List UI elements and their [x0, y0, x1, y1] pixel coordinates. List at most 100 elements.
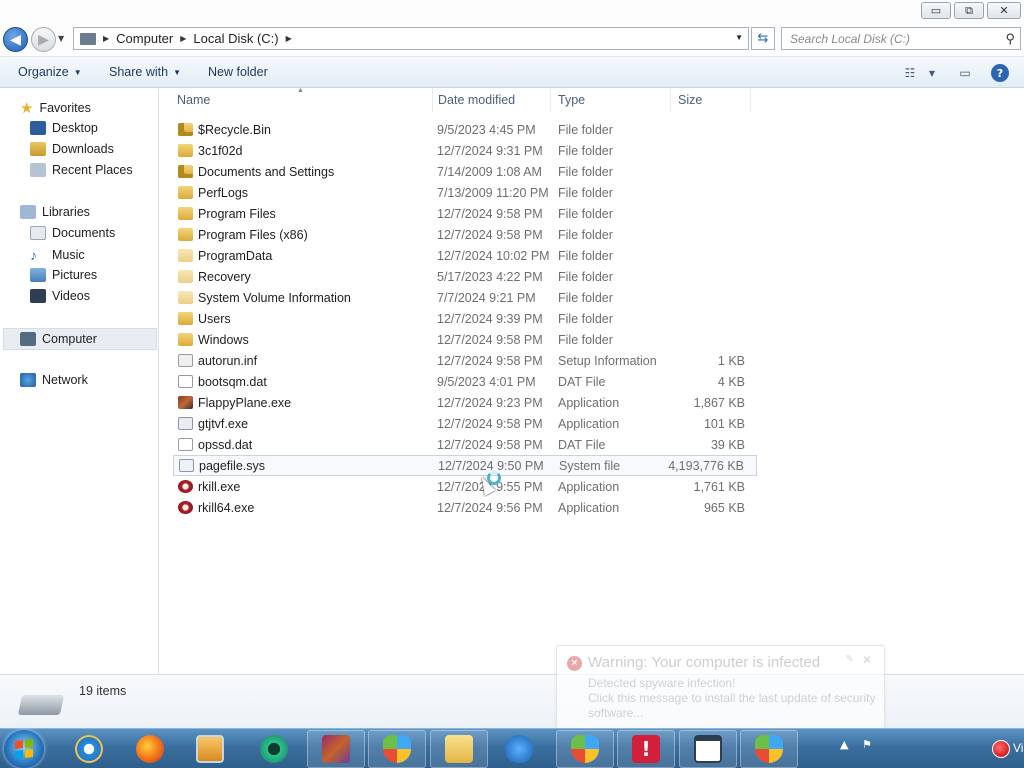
- forward-button[interactable]: ▶: [31, 27, 56, 52]
- back-button[interactable]: ◀: [3, 27, 28, 52]
- close-icon[interactable]: ✕: [862, 653, 872, 667]
- computer-icon: [20, 332, 36, 346]
- nav-pictures[interactable]: Pictures: [30, 268, 97, 282]
- chevron-right-icon[interactable]: ▶: [286, 34, 292, 43]
- file-size: 4,193,776 KB: [668, 458, 744, 473]
- file-sys-icon: [179, 459, 194, 472]
- app-green-icon: [260, 735, 288, 763]
- file-row[interactable]: Recovery 5/17/2023 4:22 PM File folder: [173, 266, 757, 287]
- file-size: 965 KB: [703, 500, 745, 515]
- breadcrumb-computer[interactable]: Computer: [116, 31, 173, 46]
- column-header-name[interactable]: Name ▲: [160, 87, 433, 112]
- file-row[interactable]: $Recycle.Bin 9/5/2023 4:45 PM File folder: [173, 119, 757, 140]
- breadcrumb-local-disk[interactable]: Local Disk (C:): [193, 31, 278, 46]
- nav-label: Music: [52, 248, 85, 262]
- column-header-date[interactable]: Date modified: [431, 88, 551, 112]
- view-dropdown-icon[interactable]: ▼: [921, 63, 943, 83]
- taskbar-internet-explorer[interactable]: [60, 730, 118, 768]
- internet-explorer-icon: [75, 735, 103, 763]
- nav-desktop[interactable]: Desktop: [30, 121, 98, 135]
- column-header-size[interactable]: Size: [671, 88, 751, 112]
- file-name: FlappyPlane.exe: [198, 395, 292, 410]
- show-hidden-icons-icon[interactable]: ▲: [840, 738, 848, 751]
- new-folder-button[interactable]: New folder: [208, 65, 268, 79]
- taskbar-alert-app[interactable]: !: [617, 730, 675, 768]
- action-center-icon[interactable]: ⚑: [862, 738, 872, 751]
- file-row[interactable]: Windows 12/7/2024 9:58 PM File folder: [173, 329, 757, 350]
- column-header-type[interactable]: Type: [551, 88, 671, 112]
- file-row[interactable]: System Volume Information 7/7/2024 9:21 P…: [173, 287, 757, 308]
- chevron-right-icon[interactable]: ▶: [180, 34, 186, 43]
- folder-locked-icon: [178, 123, 193, 136]
- search-icon[interactable]: ⚲: [1005, 31, 1015, 47]
- documents-icon: [30, 226, 46, 240]
- address-row: ◀ ▶ ▼ ▶ Computer ▶ Local Disk (C:) ▶ ▼ ⇆…: [0, 22, 1024, 56]
- file-name: 3c1f02d: [198, 143, 243, 158]
- search-input[interactable]: Search Local Disk (C:) ⚲: [781, 27, 1021, 50]
- taskbar-explorer[interactable]: [430, 730, 488, 768]
- taskbar-window-app[interactable]: [679, 730, 737, 768]
- file-row[interactable]: rkill64.exe 12/7/2024 9:56 PM Application 9…: [173, 497, 757, 518]
- nav-recent-places[interactable]: Recent Places: [30, 163, 133, 177]
- nav-libraries[interactable]: Libraries: [20, 205, 90, 219]
- file-row[interactable]: autorun.inf 12/7/2024 9:58 PM Setup Inform…: [173, 350, 757, 371]
- file-type: File folder: [558, 122, 613, 137]
- taskbar-windows-security[interactable]: [368, 730, 426, 768]
- nav-label: Documents: [52, 226, 116, 240]
- address-dropdown-icon[interactable]: ▼: [735, 33, 743, 42]
- file-row[interactable]: Program Files (x86) 12/7/2024 9:58 PM File…: [173, 224, 757, 245]
- file-row[interactable]: Users 12/7/2024 9:39 PM File folder: [173, 308, 757, 329]
- nav-network[interactable]: Network: [20, 373, 88, 387]
- record-icon[interactable]: [992, 740, 1010, 758]
- taskbar-firefox[interactable]: [121, 730, 179, 768]
- recent-places-icon: [30, 163, 46, 177]
- taskbar-app-green[interactable]: [245, 730, 303, 768]
- file-date: 12/7/2024 9:23 PM: [437, 395, 543, 410]
- file-name: gtjtvf.exe: [198, 416, 249, 431]
- minimize-button[interactable]: ▭: [921, 2, 951, 19]
- nav-downloads[interactable]: Downloads: [30, 142, 114, 156]
- nav-computer[interactable]: Computer: [3, 328, 157, 350]
- close-button[interactable]: ✕: [987, 2, 1021, 19]
- file-row[interactable]: bootsqm.dat 9/5/2023 4:01 PM DAT File 4 KB: [173, 371, 757, 392]
- taskbar-security-shield-plus[interactable]: [490, 730, 548, 768]
- organize-button[interactable]: Organize ▼: [18, 65, 82, 79]
- file-name: pagefile.sys: [199, 458, 266, 473]
- recent-pages-dropdown-icon[interactable]: ▼: [58, 34, 64, 43]
- file-size: 1,761 KB: [693, 479, 745, 494]
- windows-security-icon: [383, 735, 411, 763]
- help-icon[interactable]: ?: [991, 64, 1009, 82]
- file-row[interactable]: FlappyPlane.exe 12/7/2024 9:23 PM Applicat…: [173, 392, 757, 413]
- address-bar[interactable]: ▶ Computer ▶ Local Disk (C:) ▶ ▼: [73, 27, 749, 50]
- file-row[interactable]: Program Files 12/7/2024 9:58 PM File folde…: [173, 203, 757, 224]
- taskbar-winrar[interactable]: [307, 730, 365, 768]
- view-options-icon[interactable]: ☷: [899, 63, 921, 83]
- folder-icon: [178, 207, 193, 220]
- file-row[interactable]: pagefile.sys 12/7/2024 9:50 PM System file…: [173, 455, 757, 476]
- nav-documents[interactable]: Documents: [30, 226, 115, 240]
- nav-music[interactable]: ♪ Music: [30, 247, 85, 263]
- nav-favorites[interactable]: ★ Favorites: [20, 99, 91, 117]
- chevron-right-icon[interactable]: ▶: [103, 34, 109, 43]
- preview-pane-icon[interactable]: ▭: [954, 63, 976, 83]
- taskbar-security-shield[interactable]: [740, 730, 798, 768]
- file-row[interactable]: PerfLogs 7/13/2009 11:20 PM File folder: [173, 182, 757, 203]
- network-icon: [20, 373, 36, 387]
- taskbar-media-player[interactable]: [181, 730, 239, 768]
- warning-popup[interactable]: ✕ Warning: Your computer is infected ✎ ✕…: [556, 645, 885, 729]
- refresh-button[interactable]: ⇆: [751, 27, 775, 50]
- file-row[interactable]: rkill.exe 12/7/2024 9:55 PM Application 1,7…: [173, 476, 757, 497]
- file-row[interactable]: opssd.dat 12/7/2024 9:58 PM DAT File 39 KB: [173, 434, 757, 455]
- nav-videos[interactable]: Videos: [30, 289, 90, 303]
- file-row[interactable]: gtjtvf.exe 12/7/2024 9:58 PM Application 10…: [173, 413, 757, 434]
- start-button[interactable]: [4, 730, 44, 768]
- folder-icon: [178, 228, 193, 241]
- file-row[interactable]: 3c1f02d 12/7/2024 9:31 PM File folder: [173, 140, 757, 161]
- maximize-button[interactable]: ⧉: [954, 2, 984, 19]
- file-row[interactable]: ProgramData 12/7/2024 10:02 PM File folder: [173, 245, 757, 266]
- popup-link-text[interactable]: Click this message to install the last u…: [588, 691, 878, 721]
- pin-icon[interactable]: ✎: [846, 654, 854, 665]
- file-row[interactable]: Documents and Settings 7/14/2009 1:08 AM F…: [173, 161, 757, 182]
- taskbar-windows-shield[interactable]: [556, 730, 614, 768]
- share-with-button[interactable]: Share with ▼: [109, 65, 181, 79]
